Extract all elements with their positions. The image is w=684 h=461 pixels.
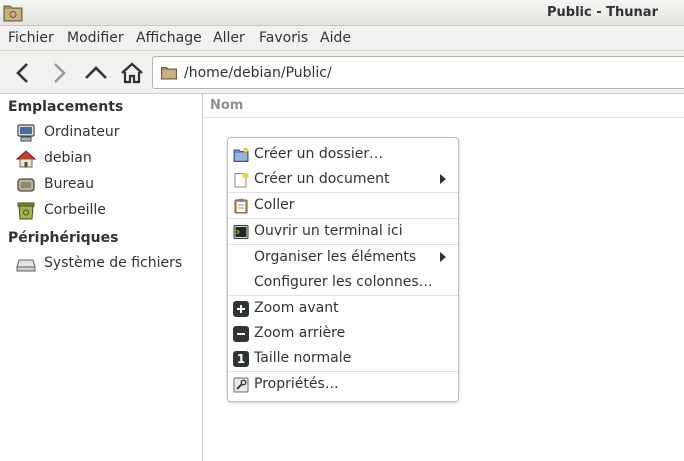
menu-aide[interactable]: Aide [320, 30, 351, 46]
back-button[interactable] [9, 59, 37, 87]
menu-item-proprietes[interactable]: Propriétés… [228, 372, 458, 396]
zoom-in-icon [233, 301, 249, 317]
menu-fichier[interactable]: Fichier [8, 30, 54, 46]
column-header-name[interactable]: Nom [204, 94, 684, 118]
sidebar-item-label: Bureau [44, 176, 94, 192]
window-title: Public - Thunar [547, 5, 658, 20]
menu-modifier[interactable]: Modifier [67, 30, 124, 46]
menu-item-label: Créer un document [254, 171, 390, 187]
sidebar-heading-peripheriques: Périphériques [8, 230, 119, 246]
folder-icon [3, 3, 23, 22]
menu-item-configurer-colonnes[interactable]: Configurer les colonnes… [228, 270, 458, 294]
menu-item-creer-document[interactable]: Créer un document [228, 167, 458, 191]
submenu-arrow-icon [440, 174, 446, 184]
menu-item-label: Zoom avant [254, 300, 339, 316]
up-button[interactable] [82, 59, 110, 87]
menu-item-label: Ouvrir un terminal ici [254, 223, 403, 239]
new-document-icon [233, 172, 249, 188]
column-header-label: Nom [210, 98, 244, 113]
menu-item-label: Organiser les éléments [254, 249, 417, 265]
menu-item-label: Propriétés… [254, 376, 339, 392]
menu-item-zoom-arriere[interactable]: Zoom arrière [228, 321, 458, 345]
home-button[interactable] [118, 59, 146, 87]
location-bar[interactable]: /home/debian/Public/ [152, 56, 684, 89]
forward-button[interactable] [45, 59, 73, 87]
sidebar-item-debian[interactable]: debian [15, 147, 201, 171]
submenu-arrow-icon [440, 252, 446, 262]
forward-icon [54, 63, 66, 83]
zoom-out-icon [233, 326, 249, 342]
up-icon [85, 66, 107, 79]
toolbar: /home/debian/Public/ [0, 51, 684, 94]
menu-item-taille-normale[interactable]: 1 Taille normale [228, 346, 458, 370]
new-folder-icon [233, 147, 249, 163]
home-icon [15, 149, 37, 169]
menu-item-creer-dossier[interactable]: Créer un dossier… [228, 142, 458, 166]
sidebar-item-bureau[interactable]: Bureau [16, 173, 201, 197]
properties-icon [233, 377, 249, 393]
sidebar-item-label: Ordinateur [44, 124, 120, 140]
title-bar: Public - Thunar [0, 0, 684, 26]
menu-item-label: Coller [254, 197, 295, 213]
paste-icon [233, 198, 249, 214]
menu-item-label: Zoom arrière [254, 325, 346, 341]
sidebar-item-corbeille[interactable]: Corbeille [16, 199, 201, 223]
sidebar: Emplacements Ordinateur debian Bureau Co… [0, 94, 203, 461]
menu-item-label: Configurer les colonnes… [254, 274, 433, 290]
zoom-normal-icon: 1 [233, 351, 249, 367]
menu-item-coller[interactable]: Coller [228, 193, 458, 217]
menu-item-organiser-elements[interactable]: Organiser les éléments [228, 245, 458, 269]
menu-item-ouvrir-terminal[interactable]: Ouvrir un terminal ici [228, 219, 458, 243]
trash-icon [16, 201, 36, 221]
folder-icon [161, 66, 177, 80]
sidebar-item-label: debian [44, 150, 92, 166]
menu-item-label: Créer un dossier… [254, 146, 384, 162]
menu-affichage[interactable]: Affichage [136, 30, 202, 46]
menu-bar: Fichier Modifier Affichage Aller Favoris… [0, 26, 684, 51]
sidebar-item-label: Corbeille [44, 202, 106, 218]
context-menu: Créer un dossier… Créer un document Coll… [227, 137, 459, 402]
sidebar-item-systeme-de-fichiers[interactable]: Système de fichiers [16, 252, 201, 276]
location-path[interactable]: /home/debian/Public/ [184, 65, 332, 81]
menu-aller[interactable]: Aller [213, 30, 245, 46]
sidebar-item-label: Système de fichiers [44, 255, 183, 271]
drive-icon [16, 254, 36, 274]
menu-item-label: Taille normale [254, 350, 352, 366]
terminal-icon [233, 224, 249, 240]
back-icon [16, 63, 28, 83]
desktop-icon [16, 175, 36, 195]
computer-icon [16, 123, 36, 143]
menu-item-zoom-avant[interactable]: Zoom avant [228, 296, 458, 320]
sidebar-heading-emplacements: Emplacements [8, 99, 124, 115]
sidebar-item-ordinateur[interactable]: Ordinateur [16, 121, 201, 145]
home-icon [121, 62, 143, 84]
menu-favoris[interactable]: Favoris [259, 30, 308, 46]
